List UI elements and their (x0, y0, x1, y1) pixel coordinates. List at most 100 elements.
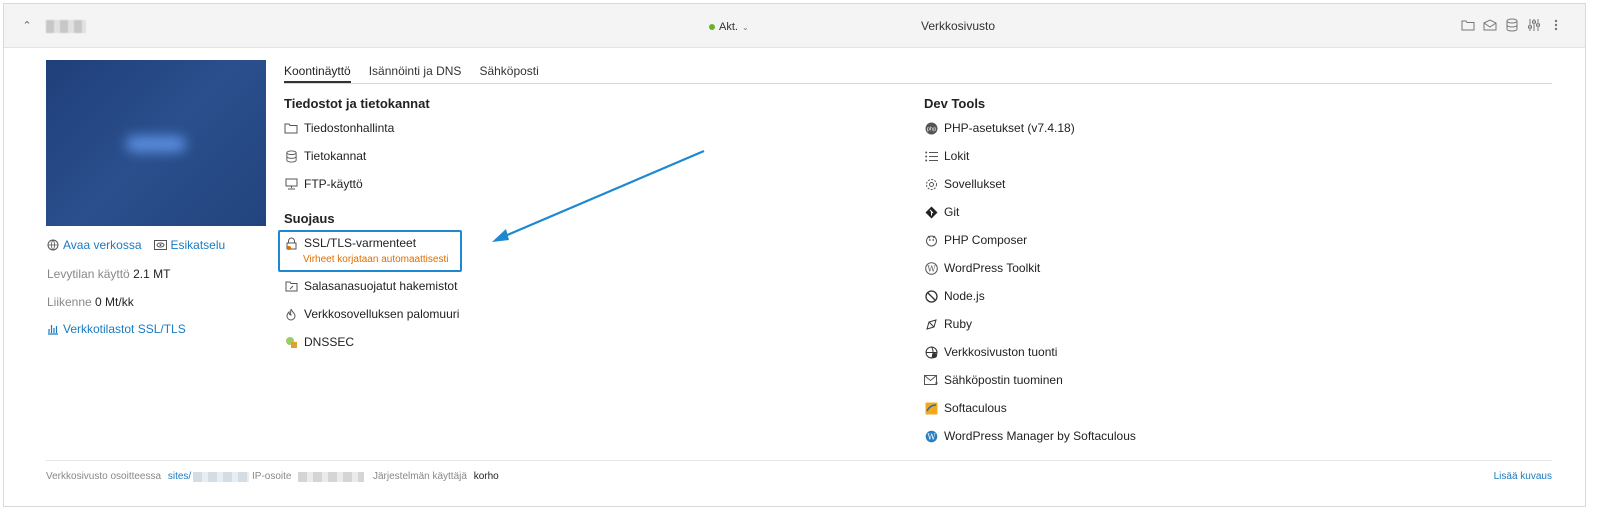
website-import-item[interactable]: Verkkosivuston tuonti (924, 345, 1057, 359)
folder-icon[interactable] (1460, 17, 1475, 33)
ruby-item[interactable]: Ruby (924, 317, 972, 331)
settings-sliders-icon[interactable] (1526, 17, 1541, 33)
site-path-redacted (193, 471, 250, 482)
domain-name-redacted[interactable] (46, 20, 86, 33)
email-import-item[interactable]: Sähköpostin tuominen (924, 373, 1063, 387)
site-type-label: Verkkosivusto (921, 19, 996, 33)
preview-blur (126, 136, 186, 152)
tab-email[interactable]: Sähköposti (479, 64, 538, 83)
git-label: Git (944, 205, 960, 219)
web-app-firewall-label: Verkkosovelluksen palomuuri (304, 307, 460, 321)
ruby-icon (924, 317, 938, 331)
wordpress-toolkit-item[interactable]: W WordPress Toolkit (924, 261, 1040, 275)
add-description-link[interactable]: Lisää kuvaus (1494, 471, 1552, 482)
ssl-certificates-item[interactable]: SSL/TLS-varmenteet (284, 236, 416, 250)
php-settings-item[interactable]: php PHP-asetukset (v7.4.18) (924, 121, 1075, 135)
site-path-link[interactable]: sites/ (168, 471, 191, 482)
traffic-value: 0 Mt/kk (95, 295, 134, 309)
header-actions (1460, 17, 1563, 33)
ssl-certificates-label: SSL/TLS-varmenteet (304, 236, 417, 250)
disk-usage-label: Levytilan käyttö (47, 267, 130, 281)
collapse-chevron-icon[interactable]: ⌃ (20, 19, 34, 33)
wordpress-toolkit-label: WordPress Toolkit (944, 261, 1041, 275)
system-user-label: Järjestelmän käyttäjä (373, 471, 467, 482)
more-vertical-icon[interactable] (1548, 17, 1563, 33)
tab-bar: Koontinäyttö Isännöinti ja DNS Sähköpost… (284, 64, 1552, 84)
open-online-link[interactable]: Avaa verkossa (47, 238, 142, 252)
open-online-label: Avaa verkossa (63, 238, 142, 252)
applications-item[interactable]: Sovellukset (924, 177, 1005, 191)
ftp-monitor-icon (284, 177, 298, 191)
composer-icon (924, 233, 938, 247)
status-dot-icon (709, 24, 715, 30)
wordpress-icon: W (924, 261, 938, 275)
databases-label: Tietokannat (304, 149, 367, 163)
svg-text:W: W (927, 264, 936, 273)
files-section-title: Tiedostot ja tietokannat (284, 96, 430, 111)
ftp-access-item[interactable]: FTP-käyttö (284, 177, 363, 191)
protected-folder-icon (284, 279, 298, 293)
preview-link[interactable]: Esikatselu (153, 238, 225, 252)
applications-label: Sovellukset (944, 177, 1006, 191)
chevron-down-icon: ⌄ (741, 22, 749, 32)
ftp-access-label: FTP-käyttö (304, 177, 363, 191)
tab-hosting-dns[interactable]: Isännöinti ja DNS (369, 64, 462, 83)
git-item[interactable]: Git (924, 205, 959, 219)
card-footer: Verkkosivusto osoitteessa sites/ IP-osoi… (46, 460, 1552, 482)
status-label: Akt. (719, 21, 738, 33)
databases-item[interactable]: Tietokannat (284, 149, 366, 163)
protected-directories-label: Salasanasuojatut hakemistot (304, 279, 458, 293)
svg-text:php: php (926, 126, 936, 132)
folder-icon (284, 121, 298, 135)
website-import-label: Verkkosivuston tuonti (944, 345, 1058, 359)
logs-item[interactable]: Lokit (924, 149, 969, 163)
php-composer-label: PHP Composer (944, 233, 1028, 247)
nodejs-item[interactable]: Node.js (924, 289, 985, 303)
preview-actions: Avaa verkossa Esikatselu (47, 238, 225, 252)
dnssec-label: DNSSEC (304, 335, 355, 349)
website-card: ⌃ Akt. ⌄ Verkkosivusto Avaa verkossa Esi… (3, 3, 1586, 507)
database-icon (284, 149, 298, 163)
card-header: ⌃ Akt. ⌄ Verkkosivusto (4, 4, 1585, 48)
site-location-label: Verkkosivusto osoitteessa (46, 471, 162, 482)
web-app-firewall-item[interactable]: Verkkosovelluksen palomuuri (284, 307, 459, 321)
disk-usage-value: 2.1 MT (133, 267, 171, 281)
security-section-title: Suojaus (284, 211, 335, 226)
globe-icon (47, 239, 59, 251)
ip-address: IP-osoite (252, 471, 365, 482)
softaculous-label: Softaculous (944, 401, 1007, 415)
svg-text:W: W (927, 432, 936, 441)
ip-label: IP-osoite (252, 471, 292, 482)
site-preview-thumbnail[interactable] (46, 60, 266, 226)
protected-directories-item[interactable]: Salasanasuojatut hakemistot (284, 279, 457, 293)
tab-dashboard[interactable]: Koontinäyttö (284, 64, 351, 83)
system-user-value: korho (473, 471, 499, 482)
dnssec-icon (284, 335, 298, 349)
bar-chart-icon (48, 325, 58, 335)
flame-icon (284, 307, 298, 321)
web-statistics-link[interactable]: Verkkotilastot SSL/TLS (47, 322, 186, 336)
wordpress-manager-icon: W (924, 429, 938, 443)
softaculous-item[interactable]: Softaculous (924, 401, 1007, 415)
dnssec-item[interactable]: DNSSEC (284, 335, 354, 349)
logs-label: Lokit (944, 149, 970, 163)
nodejs-label: Node.js (944, 289, 985, 303)
git-icon (924, 205, 938, 219)
globe-import-icon (924, 345, 938, 359)
nodejs-icon (924, 289, 938, 303)
status-dropdown[interactable]: Akt. ⌄ (709, 19, 749, 35)
wordpress-manager-item[interactable]: W WordPress Manager by Softaculous (924, 429, 1136, 443)
php-settings-label: PHP-asetukset (v7.4.18) (944, 121, 1075, 135)
mail-icon[interactable] (1482, 17, 1497, 33)
softaculous-icon (924, 401, 938, 415)
dev-tools-title: Dev Tools (924, 96, 986, 111)
certificate-lock-icon (284, 236, 298, 250)
database-icon[interactable] (1504, 17, 1519, 33)
email-import-label: Sähköpostin tuominen (944, 373, 1063, 387)
file-manager-label: Tiedostonhallinta (304, 121, 395, 135)
mail-import-icon (924, 373, 938, 387)
traffic: Liikenne 0 Mt/kk (47, 295, 134, 309)
ssl-warning-text: Virheet korjataan automaattisesti (303, 254, 449, 265)
file-manager-item[interactable]: Tiedostonhallinta (284, 121, 394, 135)
php-composer-item[interactable]: PHP Composer (924, 233, 1027, 247)
